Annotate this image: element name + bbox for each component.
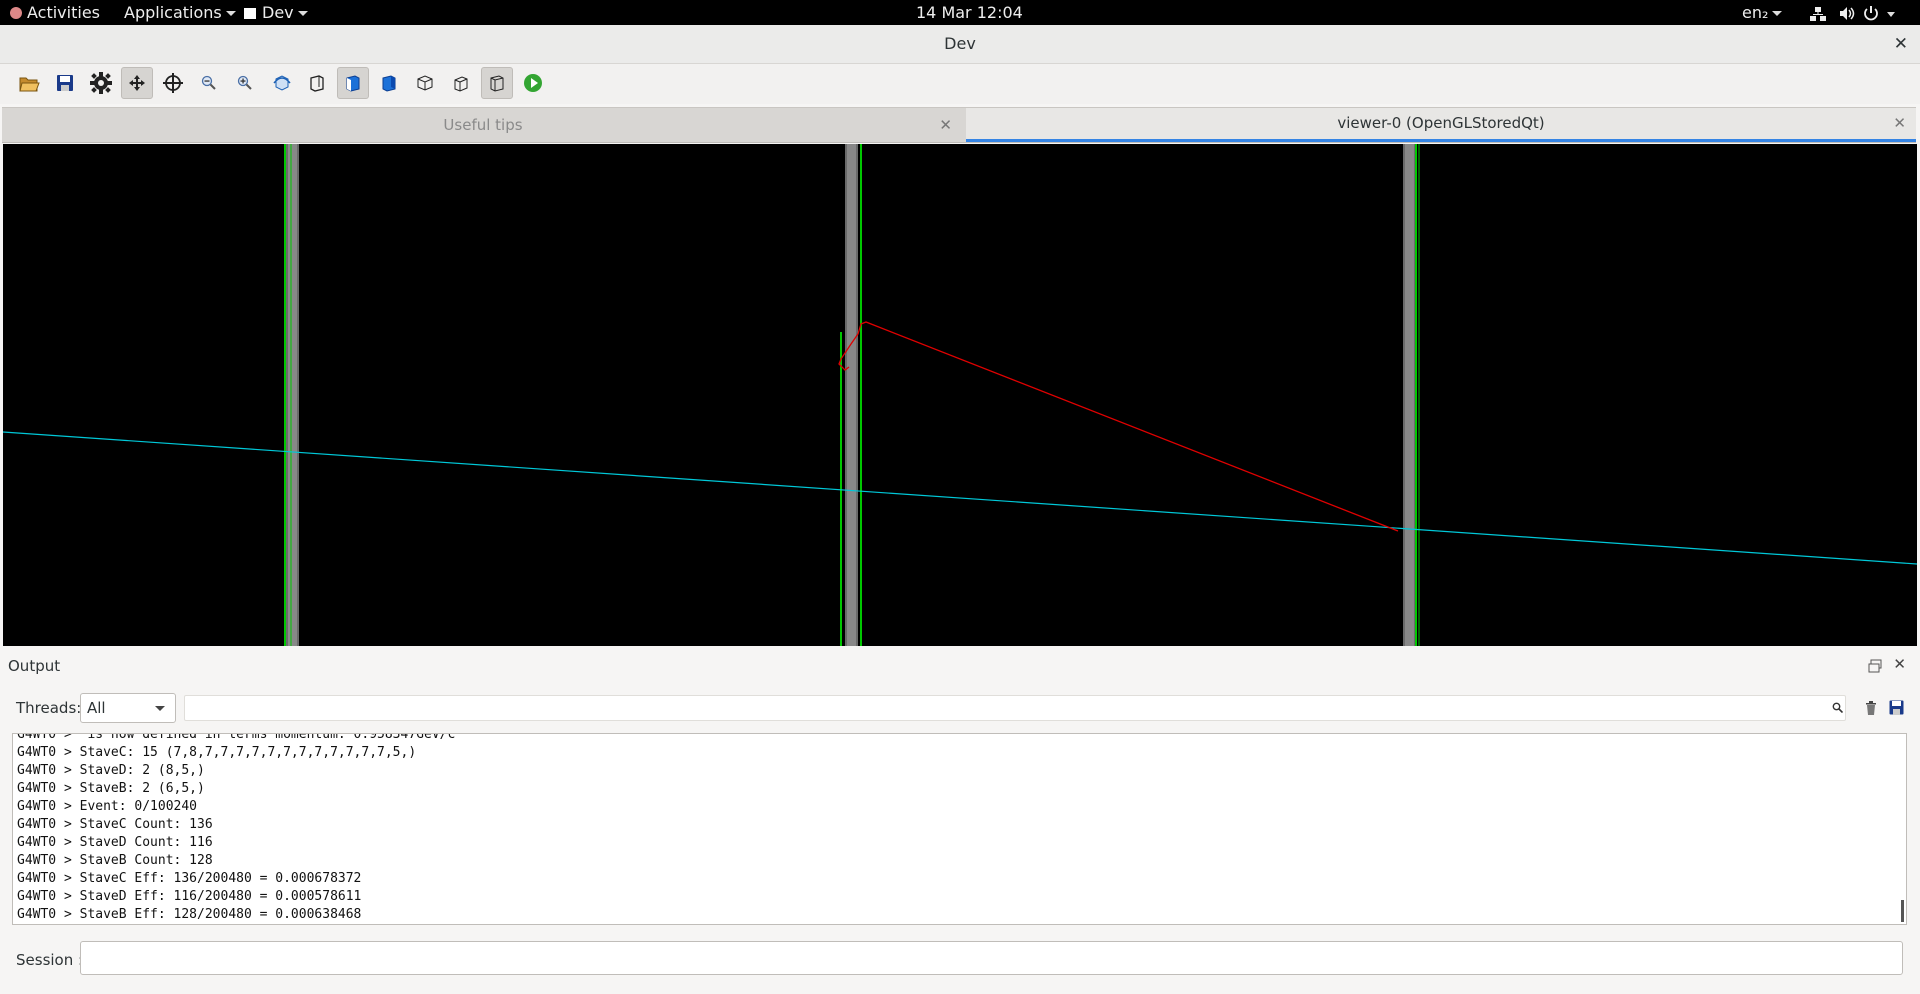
log-line: G4WT0 > StaveC Count: 136 (17, 817, 213, 832)
wireframe-icon (417, 75, 433, 91)
open-icon (19, 77, 40, 92)
threads-label: Threads: (16, 699, 82, 717)
session-command-input[interactable] (80, 941, 1903, 975)
log-scrollbar[interactable] (1901, 900, 1904, 922)
close-icon[interactable]: ✕ (1893, 108, 1906, 139)
zoom-out-icon (201, 75, 216, 90)
log-line: G4WT0 > StaveD Eff: 116/200480 = 0.00057… (17, 889, 362, 904)
save-log-icon[interactable] (1889, 700, 1904, 715)
power-icon (1864, 6, 1878, 21)
chevron-down-icon (297, 11, 308, 16)
move-button[interactable] (121, 67, 153, 99)
output-panel-header: Output ✕ (0, 652, 1920, 680)
log-lines: G4WT0 > is now defined in terms momentum… (17, 733, 456, 924)
perspective-button[interactable] (266, 67, 298, 99)
cube-shaded-icon (382, 75, 396, 92)
cube-solid-icon (346, 75, 360, 92)
opengl-viewer[interactable] (2, 144, 1918, 646)
run-icon (524, 74, 542, 92)
log-line: G4WT0 > StaveB: 2 (6,5,) (17, 781, 205, 796)
run-button[interactable] (517, 67, 549, 99)
wireframe-button[interactable] (409, 67, 441, 99)
clock[interactable]: 14 Mar 12:04 (916, 0, 1023, 25)
toolbar (0, 64, 1920, 104)
hidden-line-button[interactable] (301, 67, 333, 99)
volume-icon (1840, 7, 1855, 20)
activities-button[interactable]: Activities (10, 0, 100, 25)
tab-bar: Useful tips ✕ viewer-0 (OpenGLStoredQt) … (2, 107, 1916, 143)
output-filter-input[interactable] (184, 695, 1846, 721)
activities-label: Activities (27, 3, 100, 22)
log-line: G4WT0 > is now defined in terms momentum… (17, 733, 456, 742)
log-line: G4WT0 > Event: 0/100240 (17, 799, 198, 814)
log-line: G4WT0 > StaveC Eff: 136/200480 = 0.00067… (17, 871, 362, 886)
chevron-down-icon (1887, 12, 1895, 17)
keyboard-layout-indicator[interactable]: en₂ (1742, 0, 1783, 25)
zoom-out-button[interactable] (193, 67, 225, 99)
window-title-bar: Dev ✕ (0, 25, 1920, 64)
log-line: G4WT0 > StaveD: 2 (8,5,) (17, 763, 205, 778)
tab-useful-tips[interactable]: Useful tips ✕ (2, 108, 964, 142)
system-top-bar: Activities Applications Dev 14 Mar 12:04… (0, 0, 1920, 25)
perspective-icon (273, 75, 291, 91)
trash-icon[interactable] (1864, 700, 1878, 716)
close-panel-icon[interactable]: ✕ (1893, 655, 1906, 673)
shaded-button[interactable] (373, 67, 405, 99)
hlr-icon (454, 76, 468, 92)
network-icon (1810, 7, 1826, 21)
tab-label: viewer-0 (OpenGLStoredQt) (1337, 114, 1545, 132)
scene (2, 144, 1918, 646)
app-menu[interactable]: Dev (244, 0, 308, 25)
surface-icon (490, 75, 504, 92)
applications-label: Applications (124, 3, 222, 22)
move-icon (129, 75, 145, 91)
applications-menu[interactable]: Applications (124, 0, 236, 25)
detector-stave-d (1403, 144, 1420, 646)
save-icon (57, 75, 73, 91)
window-icon (244, 8, 256, 19)
settings-button[interactable] (85, 67, 117, 99)
system-status-menu[interactable] (1810, 4, 1910, 21)
status-icons (1810, 6, 1895, 21)
log-line: G4WT0 > StaveD Count: 116 (17, 835, 213, 850)
window-close-button[interactable]: ✕ (1894, 34, 1908, 54)
threads-selected-value: All (87, 699, 106, 717)
hidden-line-removal-button[interactable] (445, 67, 477, 99)
solid-button[interactable] (337, 67, 369, 99)
gnome-foot-icon (10, 7, 22, 19)
save-button[interactable] (49, 67, 81, 99)
output-log[interactable]: G4WT0 > is now defined in terms momentum… (12, 733, 1907, 925)
log-line: G4WT0 > StaveB Count: 128 (17, 853, 213, 868)
output-title: Output (8, 657, 61, 675)
crosshair-icon (163, 73, 183, 93)
chevron-down-icon (155, 706, 165, 711)
threads-select[interactable]: All (80, 693, 176, 723)
rotate-button[interactable] (157, 67, 189, 99)
log-line: G4WT0 > StaveB Eff: 128/200480 = 0.00063… (17, 907, 362, 922)
detector-stave-b (284, 144, 299, 646)
app-menu-label: Dev (262, 3, 294, 22)
zoom-in-button[interactable] (229, 67, 261, 99)
chevron-down-icon (225, 11, 236, 16)
charged-track (838, 321, 1399, 532)
close-icon[interactable]: ✕ (939, 108, 952, 142)
log-line: G4WT0 > StaveC: 15 (7,8,7,7,7,7,7,7,7,7,… (17, 745, 417, 760)
session-label: Session : (16, 951, 84, 969)
tab-label: Useful tips (443, 116, 523, 134)
detector-stave-c (840, 144, 862, 646)
keyboard-layout-label: en₂ (1742, 3, 1769, 22)
threads-filter-row: Threads: All (0, 690, 1920, 728)
cube-outline-icon (310, 75, 324, 92)
chevron-down-icon (1772, 11, 1783, 16)
surface-button[interactable] (481, 67, 513, 99)
tab-viewer[interactable]: viewer-0 (OpenGLStoredQt) ✕ (966, 108, 1916, 142)
zoom-in-icon (237, 75, 252, 90)
search-icon (1832, 702, 1843, 713)
window-title: Dev (944, 34, 976, 53)
open-button[interactable] (13, 67, 45, 99)
settings-icon (90, 72, 112, 94)
float-panel-icon[interactable] (1868, 659, 1882, 673)
